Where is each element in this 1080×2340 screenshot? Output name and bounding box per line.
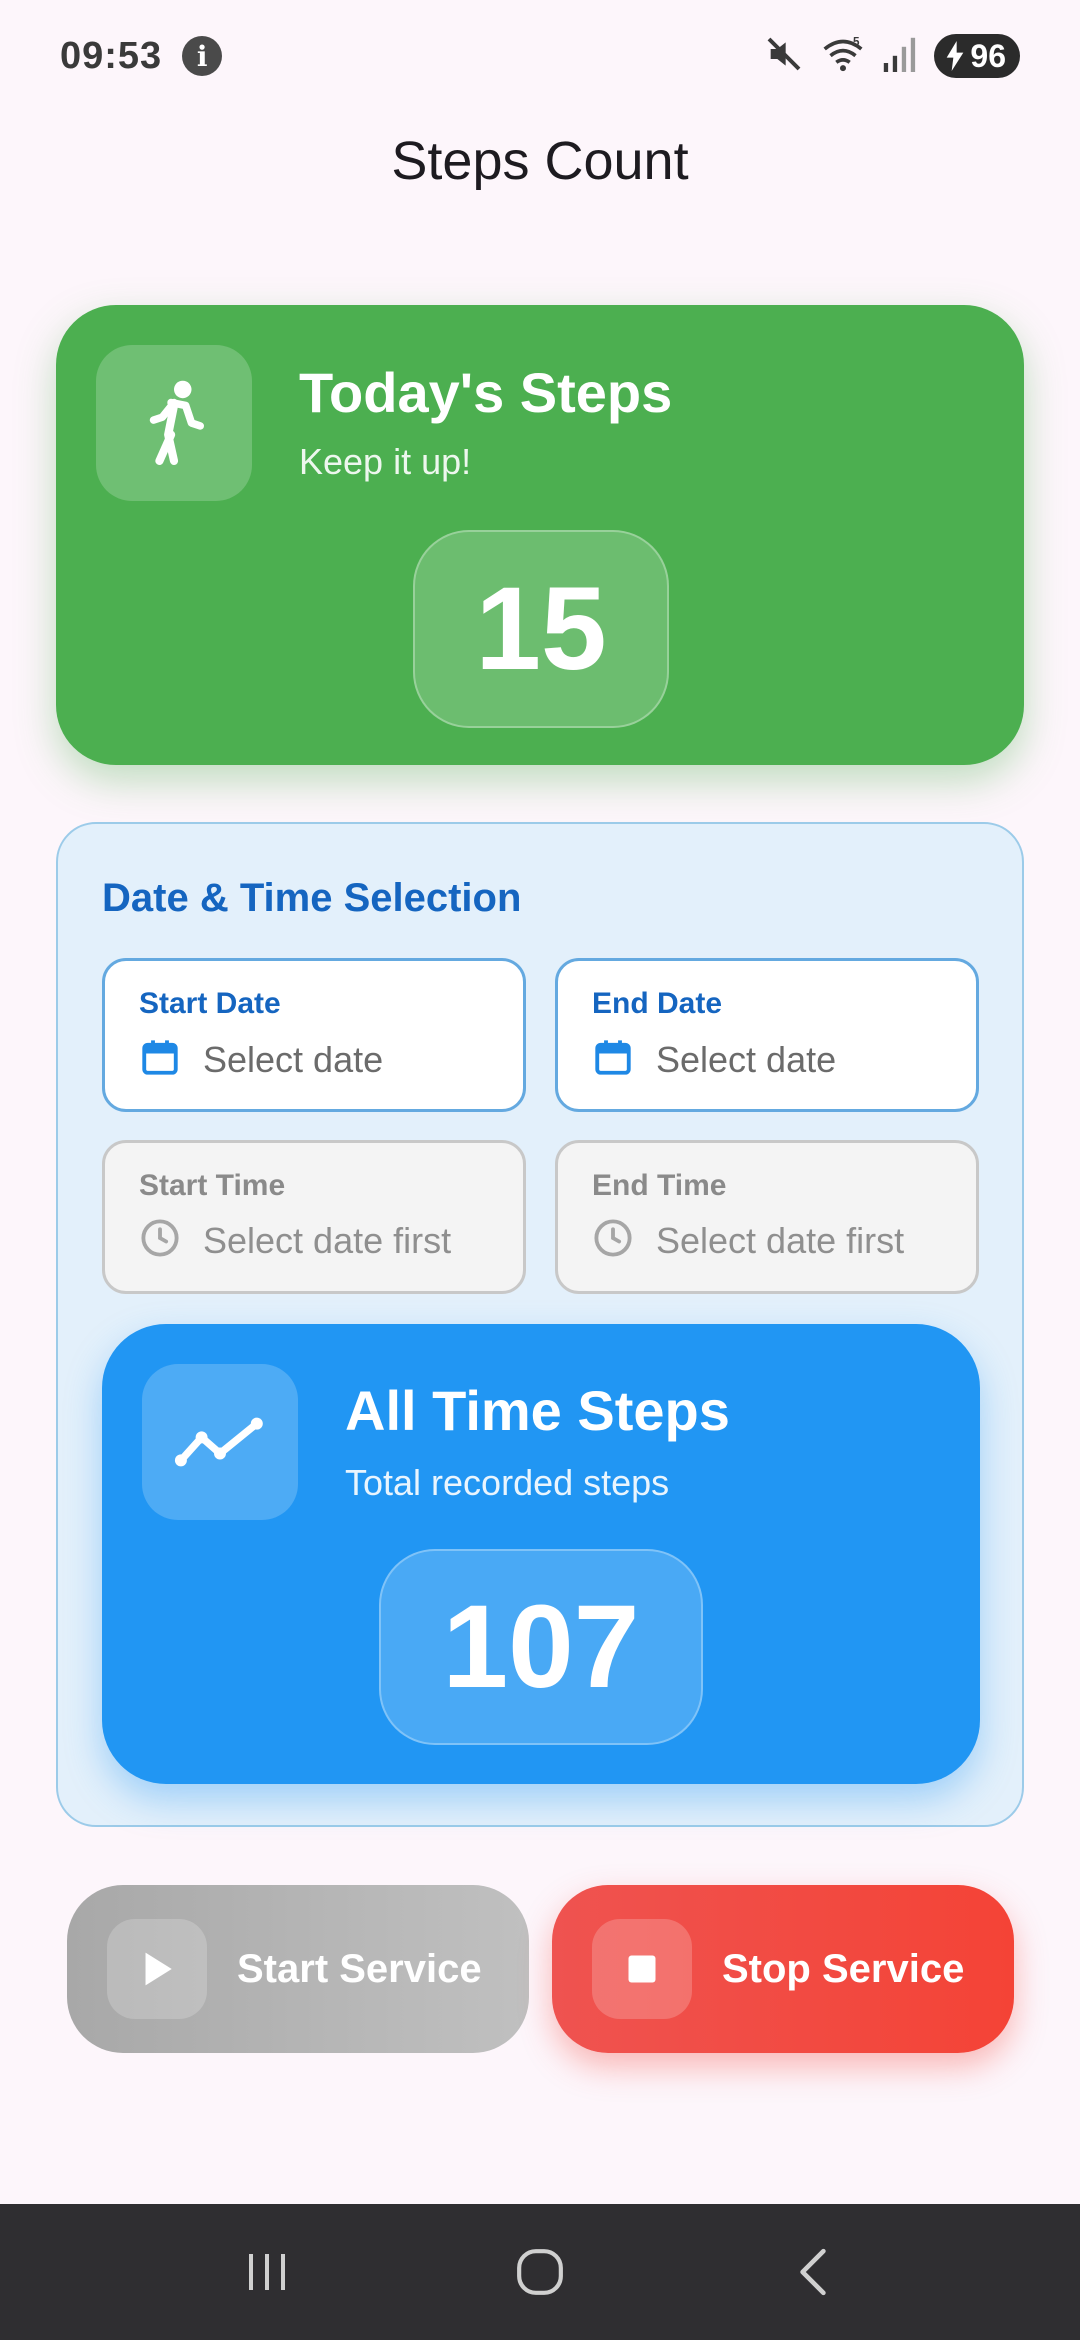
end-date-label: End Date [592, 987, 723, 1020]
calendar-icon [139, 1035, 181, 1084]
today-steps-card: Today's Steps Keep it up! 15 [56, 305, 1024, 765]
page-title: Steps Count [391, 131, 689, 191]
today-steps-title: Today's Steps [299, 361, 673, 424]
battery-indicator: 96 [934, 34, 1020, 78]
start-time-value: Select date first [203, 1219, 452, 1261]
all-time-steps-subtitle: Total recorded steps [345, 1462, 670, 1503]
start-date-value: Select date [203, 1038, 384, 1080]
calendar-icon [592, 1035, 634, 1084]
end-time-field: End Time Select date first [555, 1140, 979, 1294]
today-steps-count: 15 [413, 530, 669, 728]
system-nav-bar [0, 2204, 1080, 2340]
date-time-heading: Date & Time Selection [102, 876, 522, 920]
info-icon: i [182, 36, 223, 76]
mute-icon [764, 34, 804, 79]
start-date-field[interactable]: Start Date Select date [102, 958, 526, 1112]
battery-level: 96 [970, 37, 1006, 74]
start-service-button[interactable]: Start Service [67, 1885, 529, 2053]
stop-service-label: Stop Service [722, 1946, 965, 1991]
stop-icon [592, 1919, 692, 2019]
stop-service-button[interactable]: Stop Service [552, 1885, 1014, 2053]
app-screen: 09:53 i 5 96 Steps Count Today's Steps K… [0, 0, 1080, 2340]
recent-apps-icon[interactable] [207, 2232, 327, 2312]
status-bar: 09:53 i 5 96 [0, 0, 1080, 112]
end-date-value: Select date [656, 1038, 837, 1080]
start-service-label: Start Service [237, 1946, 482, 1991]
clock-icon [592, 1217, 634, 1264]
all-time-steps-count: 107 [379, 1549, 703, 1745]
battery-charging-icon [947, 41, 964, 71]
all-time-steps-card: All Time Steps Total recorded steps 107 [102, 1324, 980, 1784]
end-date-field[interactable]: End Date Select date [555, 958, 979, 1112]
end-time-label: End Time [592, 1169, 727, 1202]
home-icon[interactable] [480, 2232, 600, 2312]
wifi-icon: 5 [820, 34, 866, 79]
trending-line-icon [142, 1364, 298, 1520]
walking-person-icon [96, 345, 252, 501]
all-time-steps-title: All Time Steps [345, 1379, 730, 1442]
today-steps-subtitle: Keep it up! [299, 441, 472, 482]
svg-text:5: 5 [853, 35, 860, 48]
start-time-label: Start Time [139, 1169, 286, 1202]
play-icon [107, 1919, 207, 2019]
back-icon[interactable] [753, 2232, 873, 2312]
start-date-label: Start Date [139, 987, 281, 1020]
signal-icon [882, 34, 918, 79]
status-time: 09:53 [60, 34, 163, 77]
date-time-panel: Date & Time Selection Start Date Select … [56, 822, 1024, 1827]
end-time-value: Select date first [656, 1219, 905, 1261]
start-time-field: Start Time Select date first [102, 1140, 526, 1294]
clock-icon [139, 1217, 181, 1264]
